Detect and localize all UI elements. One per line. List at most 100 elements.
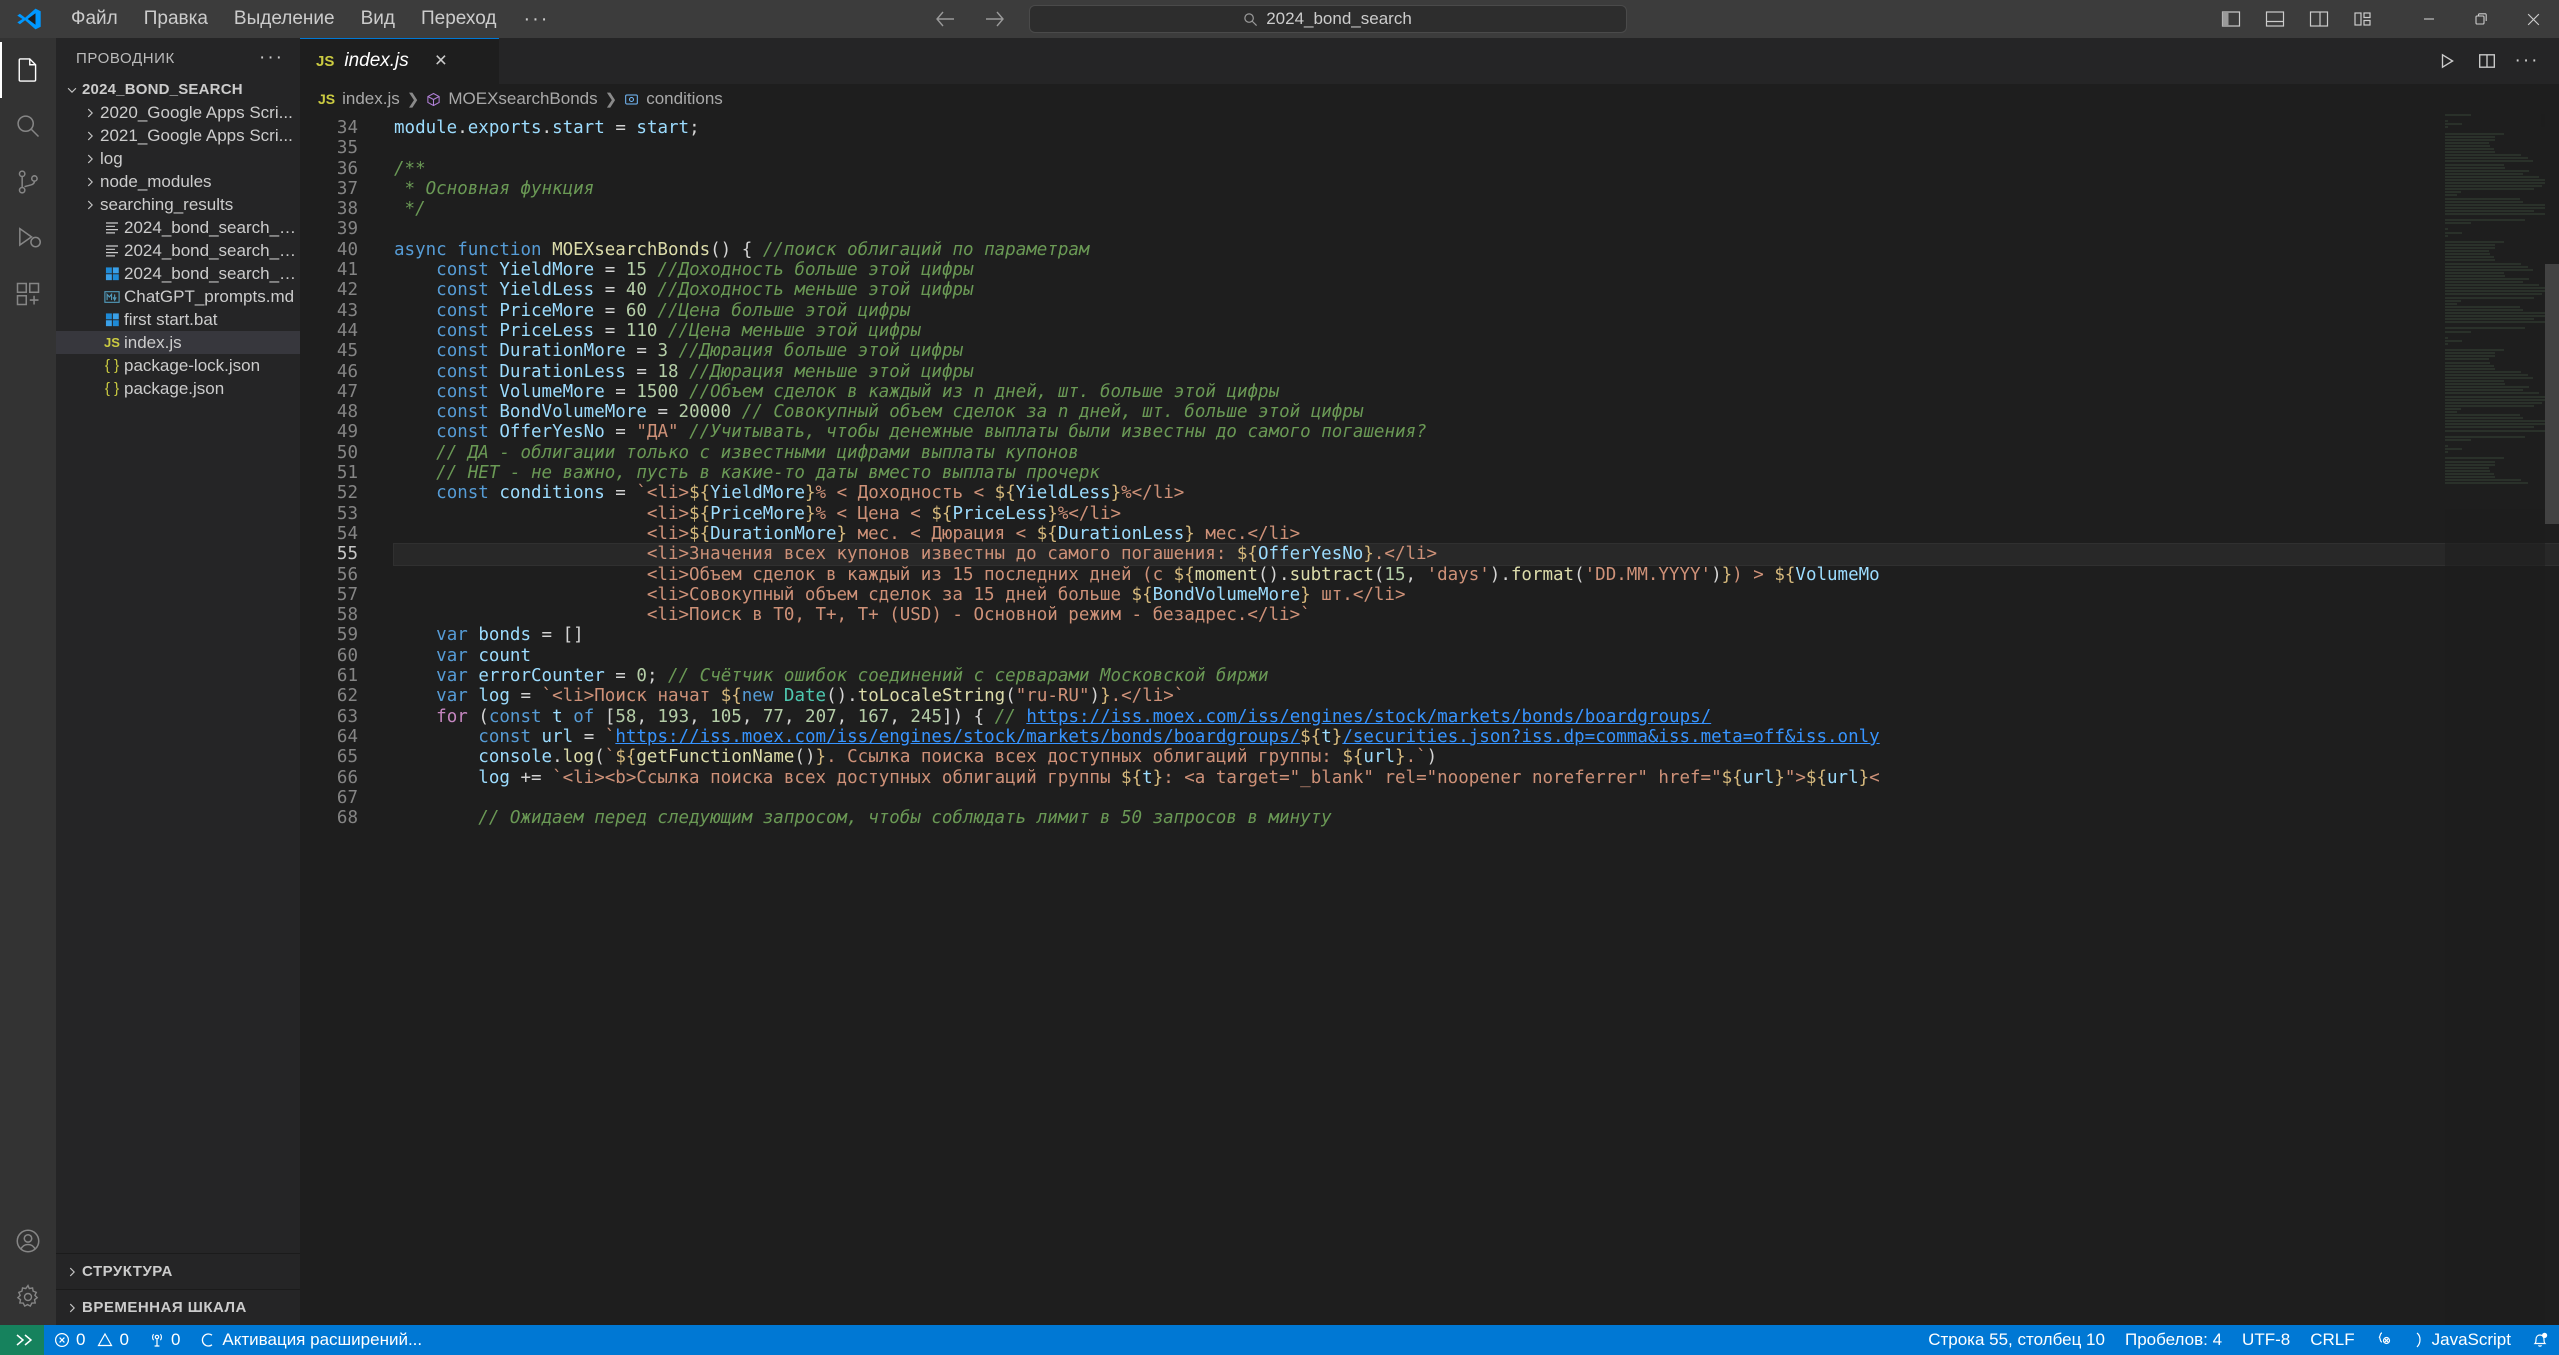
code-line[interactable]: <li>${PriceMore}% < Цена < ${PriceLess}%… (394, 504, 2559, 524)
menu-file[interactable]: Файл (58, 0, 131, 38)
activity-search[interactable] (0, 98, 56, 154)
code-line[interactable]: const OfferYesNo = "ДА" //Учитывать, что… (394, 422, 2559, 442)
code-line[interactable]: // Ожидаем перед следующим запросом, что… (394, 808, 2559, 828)
code-line[interactable]: <li>Объем сделок в каждый из 15 последни… (394, 565, 2559, 585)
tree-item-file[interactable]: { } package-lock.json (56, 354, 300, 377)
tree-item-index-js[interactable]: JS index.js (56, 331, 300, 354)
activity-extensions[interactable] (0, 266, 56, 322)
activity-accounts[interactable] (0, 1213, 56, 1269)
code-line[interactable]: var bonds = [] (394, 625, 2559, 645)
code-line[interactable]: const VolumeMore = 1500 //Объем сделок в… (394, 382, 2559, 402)
more-actions-button[interactable]: ··· (2507, 38, 2547, 84)
status-problems[interactable]: 0 0 (44, 1325, 139, 1355)
menu-selection[interactable]: Выделение (221, 0, 348, 38)
status-cursor-position[interactable]: Строка 55, столбец 10 (1918, 1325, 2115, 1355)
tree-item-file[interactable]: 2024_bond_search_start... (56, 216, 300, 239)
code-line[interactable]: var errorCounter = 0; // Счётчик ошибок … (394, 666, 2559, 686)
code-line[interactable] (394, 788, 2559, 808)
menu-go[interactable]: Переход (408, 0, 509, 38)
status-eol[interactable]: CRLF (2300, 1325, 2364, 1355)
tab-index-js[interactable]: JS index.js × (300, 38, 500, 84)
status-ports[interactable]: 0 (139, 1325, 190, 1355)
status-activation[interactable]: Активация расширений... (190, 1325, 432, 1355)
code-line[interactable]: console.log(`${getFunctionName()}. Ссылк… (394, 747, 2559, 767)
tree-item-file[interactable]: 2024_bond_search_start... (56, 262, 300, 285)
breadcrumb-item-symbol[interactable]: conditions (646, 89, 723, 109)
restore-button[interactable] (2455, 0, 2507, 38)
code-line[interactable]: <li>${DurationMore} мес. < Дюрация < ${D… (394, 524, 2559, 544)
code-line[interactable]: const BondVolumeMore = 20000 // Совокупн… (394, 402, 2559, 422)
tree-item-file[interactable]: 2024_bond_search_start... (56, 239, 300, 262)
activity-explorer[interactable] (0, 42, 56, 98)
tree-item-file[interactable]: { } package.json (56, 377, 300, 400)
split-editor-button[interactable] (2467, 38, 2507, 84)
code-line[interactable] (394, 138, 2559, 158)
more-actions-icon[interactable]: ··· (259, 47, 290, 69)
toggle-primary-sidebar-button[interactable] (2209, 0, 2253, 38)
breadcrumb-item-function[interactable]: MOEXsearchBonds (448, 89, 597, 109)
code-line[interactable]: var log = `<li>Поиск начат ${new Date().… (394, 686, 2559, 706)
status-remote-host[interactable] (0, 1325, 44, 1355)
sidebar-section-timeline[interactable]: ВРЕМЕННАЯ ШКАЛА (56, 1289, 300, 1325)
code-line[interactable]: const PriceLess = 110 //Цена меньше этой… (394, 321, 2559, 341)
code-line[interactable]: log += `<li><b>Ссылка поиска всех доступ… (394, 768, 2559, 788)
code-line[interactable]: var count (394, 646, 2559, 666)
scrollbar-thumb[interactable] (2545, 264, 2559, 524)
close-icon[interactable]: × (435, 49, 447, 73)
status-notifications[interactable] (2521, 1325, 2559, 1355)
tree-item-folder[interactable]: node_modules (56, 170, 300, 193)
tree-item-folder[interactable]: 2021_Google Apps Scri... (56, 124, 300, 147)
customize-layout-button[interactable] (2341, 0, 2385, 38)
status-encoding[interactable]: UTF-8 (2232, 1325, 2300, 1355)
menu-more-button[interactable]: ··· (509, 0, 563, 38)
activity-settings[interactable] (0, 1269, 56, 1325)
menu-edit[interactable]: Правка (131, 0, 221, 38)
code-line[interactable]: */ (394, 199, 2559, 219)
code-line[interactable]: async function MOEXsearchBonds() { //пои… (394, 240, 2559, 260)
code-line[interactable]: const DurationLess = 18 //Дюрация меньше… (394, 362, 2559, 382)
ports-count: 0 (170, 1330, 181, 1349)
tree-item-folder[interactable]: 2020_Google Apps Scri... (56, 101, 300, 124)
arrow-left-icon[interactable] (933, 7, 957, 31)
code-line[interactable]: const DurationMore = 3 //Дюрация больше … (394, 341, 2559, 361)
code-line[interactable]: <li>Поиск в Т0, Т+, Т+ (USD) - Основной … (394, 605, 2559, 625)
code-line[interactable]: /** (394, 159, 2559, 179)
code-line[interactable]: <li>Значения всех купонов известны до са… (393, 543, 2559, 566)
menu-view[interactable]: Вид (348, 0, 408, 38)
line-number: 65 (336, 747, 358, 768)
code-line[interactable]: const conditions = `<li>${YieldMore}% < … (394, 483, 2559, 503)
sidebar-section-outline[interactable]: СТРУКТУРА (56, 1253, 300, 1289)
code-line[interactable]: const YieldLess = 40 //Доходность меньше… (394, 280, 2559, 300)
quick-search-input[interactable]: 2024_bond_search (1028, 5, 1627, 33)
code-content[interactable]: module.exports.start = start; /** * Осно… (376, 114, 2559, 1325)
activity-source-control[interactable] (0, 154, 56, 210)
tree-item-file[interactable]: ChatGPT_prompts.md (56, 285, 300, 308)
activity-run-debug[interactable] (0, 210, 56, 266)
code-line[interactable]: const url = `https://iss.moex.com/iss/en… (394, 727, 2559, 747)
toggle-panel-button[interactable] (2253, 0, 2297, 38)
status-prettier[interactable] (2365, 1325, 2403, 1355)
minimize-button[interactable] (2403, 0, 2455, 38)
status-language-mode[interactable]: JavaScript (2403, 1325, 2521, 1355)
tree-item-folder[interactable]: searching_results (56, 193, 300, 216)
code-line[interactable]: module.exports.start = start; (394, 118, 2559, 138)
tree-item-file[interactable]: first start.bat (56, 308, 300, 331)
breadcrumb-item-file[interactable]: index.js (342, 89, 400, 109)
code-line[interactable]: * Основная функция (394, 179, 2559, 199)
status-indentation[interactable]: Пробелов: 4 (2115, 1325, 2232, 1355)
tree-item-folder[interactable]: log (56, 147, 300, 170)
code-line[interactable]: <li>Совокупный объем сделок за 15 дней б… (394, 585, 2559, 605)
run-file-button[interactable] (2427, 38, 2467, 84)
toggle-secondary-sidebar-button[interactable] (2297, 0, 2341, 38)
code-editor[interactable]: 34 35 36 37 38 39 40 41 42 43 44 45 46 47 48 49 50 51 52 53… (300, 114, 2559, 1325)
close-button[interactable] (2507, 0, 2559, 38)
tree-root-folder[interactable]: 2024_BOND_SEARCH (56, 78, 300, 101)
editor-vertical-scrollbar[interactable] (2545, 114, 2559, 1325)
code-line[interactable] (394, 219, 2559, 239)
code-line[interactable]: // ДА - облигации только с известными ци… (394, 443, 2559, 463)
code-line[interactable]: const YieldMore = 15 //Доходность больше… (394, 260, 2559, 280)
code-line[interactable]: for (const t of [58, 193, 105, 77, 207, … (394, 707, 2559, 727)
code-line[interactable]: // НЕТ - не важно, пусть в какие-то даты… (394, 463, 2559, 483)
code-line[interactable]: const PriceMore = 60 //Цена больше этой … (394, 301, 2559, 321)
arrow-right-icon[interactable] (983, 7, 1007, 31)
